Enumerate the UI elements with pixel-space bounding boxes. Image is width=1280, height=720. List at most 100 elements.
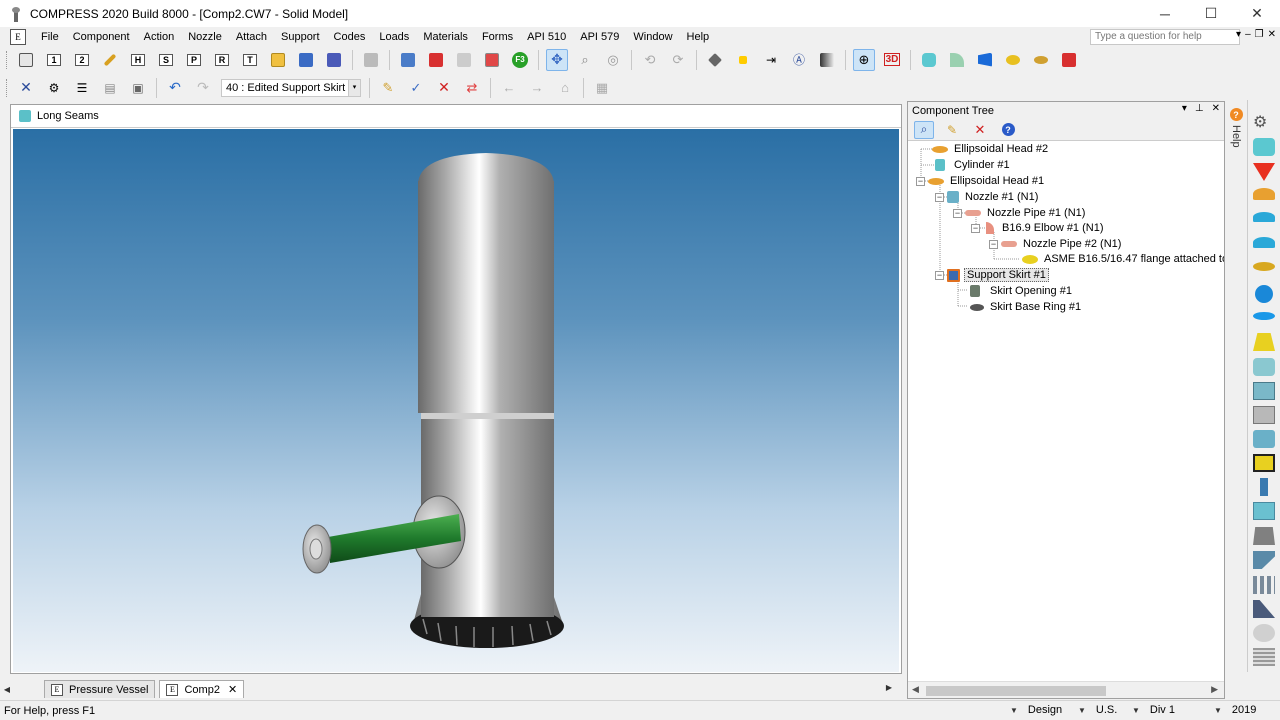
menu-support[interactable]: Support [274, 31, 327, 43]
palette-cylinder-icon[interactable] [1253, 138, 1275, 156]
palette-hemispherical-head-icon[interactable] [1253, 237, 1275, 248]
maximize-button[interactable]: ☐ [1188, 0, 1234, 27]
menu-codes[interactable]: Codes [327, 31, 373, 43]
palette-disk-icon[interactable] [1253, 312, 1275, 320]
new-vessel-icon[interactable] [15, 49, 37, 71]
tree-node-ellipsoidal-head-1[interactable]: − Ellipsoidal Head #1 [916, 173, 1046, 189]
axis-icon[interactable]: ⊕ [853, 48, 875, 71]
print-icon[interactable] [360, 49, 382, 71]
collapse-icon[interactable]: − [935, 270, 944, 280]
menu-materials[interactable]: Materials [416, 31, 475, 43]
open-folder-icon[interactable] [267, 49, 289, 71]
palette-tool-icon[interactable]: ⚙ [1253, 112, 1275, 131]
palette-clip-icon[interactable] [1253, 454, 1275, 472]
home-icon[interactable]: ⌂ [554, 77, 576, 99]
minimize-button[interactable]: ─ [1142, 0, 1188, 27]
toolbar-grip[interactable] [6, 78, 9, 97]
chevron-down-icon[interactable]: ▾ [348, 79, 360, 96]
scroll-right-icon[interactable]: ▶ [1211, 684, 1218, 695]
zoom-extents-icon[interactable]: ◎ [602, 49, 624, 71]
palette-ellipsoidal-head-icon[interactable] [1253, 188, 1275, 200]
report-icon[interactable] [397, 49, 419, 71]
palette-flange-icon[interactable] [1253, 333, 1275, 351]
mdi-restore-button[interactable]: ❐ [1255, 29, 1264, 40]
menu-action[interactable]: Action [137, 31, 182, 43]
palette-cone-icon[interactable] [1253, 163, 1275, 181]
add-cone-icon[interactable] [974, 49, 996, 71]
tab-pressure-vessel[interactable]: E Pressure Vessel [44, 680, 156, 698]
search-icon[interactable]: ⌕ [914, 120, 934, 139]
view-1-button[interactable]: 1 [43, 49, 65, 71]
chevron-down-icon[interactable]: ▼ [1132, 706, 1140, 715]
pdf-icon[interactable] [425, 49, 447, 71]
collapse-icon[interactable]: − [989, 239, 998, 249]
delete-x-icon[interactable]: ✕ [15, 77, 37, 99]
palette-support-legs-icon[interactable] [1253, 576, 1275, 594]
palette-skirt-icon[interactable] [1253, 527, 1275, 545]
edit-pencil-icon[interactable]: ✎ [942, 121, 962, 139]
mdi-close-button[interactable]: ✕ [1268, 29, 1276, 40]
chevron-down-icon[interactable]: ▾ [1182, 103, 1187, 114]
zoom-icon[interactable]: ⌕ [574, 49, 596, 71]
menu-forms[interactable]: Forms [475, 31, 520, 43]
scroll-left-icon[interactable]: ◀ [912, 684, 919, 695]
collapse-icon[interactable]: − [916, 176, 925, 186]
design-mode-selector[interactable]: ▼ Design [1010, 704, 1062, 716]
properties-icon[interactable]: ▤ [99, 77, 121, 99]
chevron-down-icon[interactable]: ▼ [1010, 706, 1018, 715]
palette-tubesheet-icon[interactable] [1253, 648, 1275, 666]
orbit-icon[interactable]: ⟳ [667, 49, 689, 71]
close-icon[interactable]: ✕ [1212, 103, 1220, 114]
tree-node-skirt-base-ring-1[interactable]: Skirt Base Ring #1 [970, 299, 1083, 315]
palette-flat-head-icon[interactable] [1253, 262, 1275, 271]
f3-button[interactable]: F3 [509, 49, 531, 71]
s-report-button[interactable]: S [155, 49, 177, 71]
tabs-prev-button[interactable]: ◀ [0, 685, 14, 694]
move-right-icon[interactable]: ⇥ [760, 49, 782, 71]
attach-icon[interactable]: ⚙ [43, 77, 65, 99]
tree-node-elbow-1[interactable]: − B16.9 Elbow #1 (N1) [971, 220, 1106, 236]
pencil-icon[interactable]: ✎ [377, 77, 399, 99]
add-head-icon[interactable] [1030, 49, 1052, 71]
menu-api-579[interactable]: API 579 [573, 31, 626, 43]
3d-viewport[interactable] [13, 129, 899, 672]
edit-document-icon[interactable] [453, 49, 475, 71]
history-select[interactable]: 40 : Edited Support Skirt ▾ [221, 78, 361, 97]
tree-node-skirt-opening-1[interactable]: Skirt Opening #1 [970, 283, 1074, 299]
help-search-input[interactable]: Type a question for help [1090, 29, 1240, 45]
vessel-model[interactable] [13, 129, 899, 672]
palette-saddle-icon[interactable] [1253, 502, 1275, 520]
add-cylinder-icon[interactable] [918, 49, 940, 71]
tree-node-nozzle-1[interactable]: − Nozzle #1 (N1) [935, 189, 1040, 205]
menu-attach[interactable]: Attach [229, 31, 274, 43]
h-report-button[interactable]: H [127, 49, 149, 71]
palette-brace-icon[interactable] [1253, 600, 1275, 618]
palette-plate-icon[interactable] [1253, 406, 1275, 424]
tree-horizontal-scrollbar[interactable]: ◀ ▶ [908, 681, 1224, 698]
add-fitting-icon[interactable] [1058, 49, 1080, 71]
help-side-tab[interactable]: ? Help [1227, 104, 1245, 164]
chart-report-icon[interactable] [481, 49, 503, 71]
wrench-icon[interactable] [99, 49, 121, 71]
view-2-button[interactable]: 2 [71, 49, 93, 71]
palette-nozzle-icon[interactable] [1253, 430, 1275, 448]
chevron-down-icon[interactable]: ▼ [1214, 706, 1222, 715]
tree-node-ellipsoidal-head-2[interactable]: Ellipsoidal Head #2 [932, 141, 1050, 157]
floppy-icon[interactable]: ▣ [127, 77, 149, 99]
anchor-icon[interactable]: Ⓐ [788, 49, 810, 71]
rotate-icon[interactable]: ⟲ [639, 49, 661, 71]
delete-icon[interactable]: ✕ [970, 121, 990, 139]
menu-component[interactable]: Component [66, 31, 137, 43]
pan-icon[interactable]: ✥ [546, 48, 568, 71]
menu-window[interactable]: Window [626, 31, 679, 43]
view-cube-icon[interactable] [704, 49, 726, 71]
save-all-icon[interactable] [323, 49, 345, 71]
grid-icon[interactable]: ▦ [591, 77, 613, 99]
menu-api-510[interactable]: API 510 [520, 31, 573, 43]
shading-icon[interactable] [816, 49, 838, 71]
help-dropdown-icon[interactable]: ▾ [1236, 29, 1241, 40]
palette-knuckle-icon[interactable] [1253, 624, 1275, 642]
help-icon[interactable]: ? [998, 121, 1018, 139]
edit-check-icon[interactable]: ✓ [405, 77, 427, 99]
menu-nozzle[interactable]: Nozzle [181, 31, 229, 43]
